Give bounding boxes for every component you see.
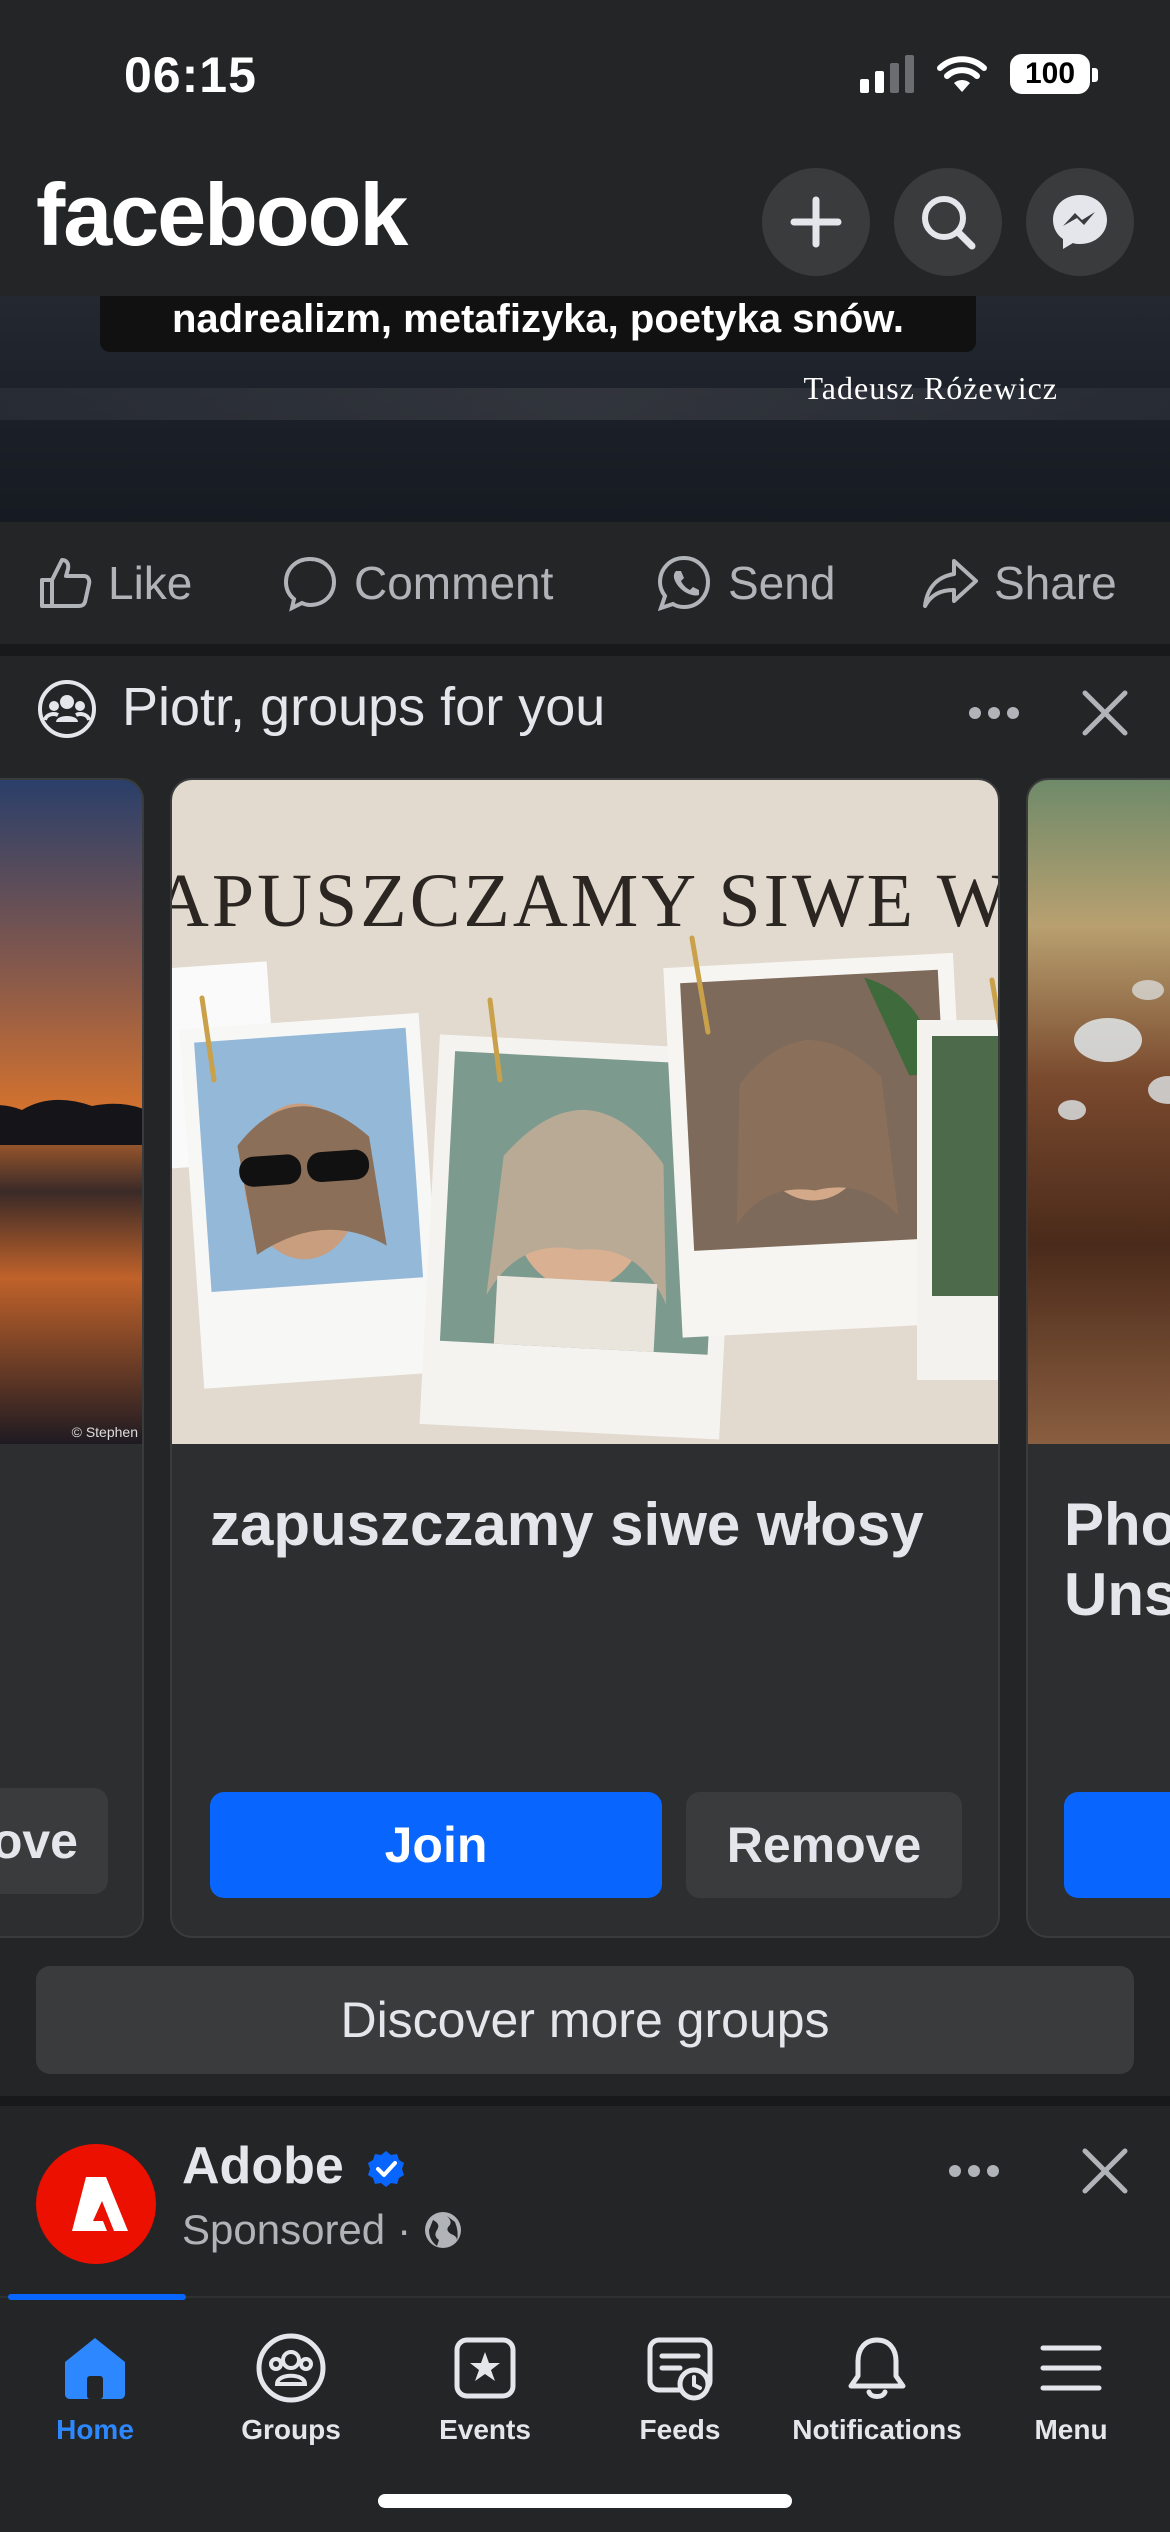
group-card-previous[interactable]: © Stephen ove <box>0 778 144 1938</box>
globe-icon <box>425 2212 462 2248</box>
advertiser-name-text: Adobe <box>182 2137 344 2195</box>
send-button[interactable]: Send <box>654 553 835 613</box>
ad-more-options-icon[interactable] <box>948 2164 1000 2178</box>
join-label: Join <box>384 1817 488 1873</box>
close-icon[interactable] <box>1080 688 1130 738</box>
plus-icon <box>790 196 842 248</box>
group-card[interactable]: APUSZCZAMY SIWE WŁ zapuszczamy siwe włos… <box>170 778 1000 1938</box>
quote-text: nadrealizm, metafizyka, poetyka snów. <box>171 296 905 341</box>
advertiser-name[interactable]: Adobe <box>182 2136 406 2196</box>
nav-feeds[interactable]: Feeds <box>585 2332 775 2446</box>
sunset-image <box>0 780 142 1444</box>
search-icon <box>922 196 976 250</box>
home-indicator[interactable] <box>378 2494 792 2508</box>
discover-more-groups-button[interactable]: Discover more groups <box>36 1966 1134 2074</box>
group-card-next[interactable]: Pho Uns <box>1026 778 1170 1938</box>
bell-icon <box>848 2337 906 2399</box>
send-label: Send <box>728 557 836 609</box>
droplets-image <box>1028 780 1170 1444</box>
remove-button-previous[interactable]: ove <box>0 1788 108 1894</box>
comment-button[interactable]: Comment <box>280 553 553 613</box>
share-label: Share <box>994 557 1117 609</box>
remove-button[interactable]: Remove <box>686 1792 962 1898</box>
messenger-button[interactable] <box>1026 168 1134 276</box>
section-title: Piotr, groups for you <box>122 677 606 737</box>
battery-level: 100 <box>1024 57 1076 90</box>
cellular-signal-icon <box>860 55 914 93</box>
app-header: facebook <box>0 150 1170 296</box>
feeds-icon <box>647 2337 713 2401</box>
status-bar: 06:15 100 <box>0 0 1170 150</box>
battery-icon: 100 <box>1010 54 1098 94</box>
sponsored-post-header: Adobe Sponsored · <box>0 2106 1170 2296</box>
nav-events[interactable]: Events <box>390 2332 580 2446</box>
join-button[interactable]: Join <box>210 1792 662 1898</box>
status-icons: 100 <box>860 54 1098 94</box>
nav-groups[interactable]: Groups <box>196 2332 386 2446</box>
feed-separator <box>0 644 1170 656</box>
share-button[interactable]: Share <box>920 553 1117 613</box>
meta-dot: · <box>397 2206 412 2253</box>
comment-label: Comment <box>354 557 554 609</box>
menu-icon <box>1040 2345 1102 2391</box>
nav-menu-label: Menu <box>1034 2414 1108 2445</box>
nav-feeds-label: Feeds <box>639 2414 721 2445</box>
groups-icon <box>256 2333 326 2403</box>
like-label: Like <box>108 557 193 609</box>
adobe-logo-icon <box>72 2177 128 2231</box>
join-button-next[interactable] <box>1064 1792 1170 1898</box>
nav-home-label: Home <box>56 2414 134 2445</box>
post-actions: Like Comment Send Share <box>0 522 1170 644</box>
photo-credit: © Stephen <box>71 1424 138 1440</box>
polaroid-collage <box>172 935 998 1440</box>
facebook-logo[interactable]: facebook <box>36 164 408 266</box>
group-cover-image: APUSZCZAMY SIWE WŁ <box>172 780 998 1444</box>
group-name-next-line1: Pho <box>1064 1491 1170 1558</box>
send-icon <box>657 555 711 612</box>
events-icon <box>454 2337 516 2399</box>
groups-icon <box>38 680 96 738</box>
remove-label-previous: ove <box>0 1813 78 1869</box>
post-image[interactable]: nadrealizm, metafizyka, poetyka snów. Ta… <box>0 296 1170 522</box>
more-options-icon[interactable] <box>968 706 1020 720</box>
feed-separator-2 <box>0 2096 1170 2106</box>
group-name-next[interactable]: Pho Uns <box>1064 1490 1170 1629</box>
adobe-avatar[interactable] <box>36 2144 156 2264</box>
active-tab-indicator <box>8 2294 186 2300</box>
status-time: 06:15 <box>124 47 257 103</box>
groups-suggestions: Piotr, groups for you © Stephen ove APUS… <box>0 656 1170 2096</box>
group-cover-droplets <box>1028 780 1170 1444</box>
home-icon <box>65 2338 125 2399</box>
nav-groups-label: Groups <box>241 2414 341 2445</box>
group-name-next-line2: Uns <box>1064 1560 1170 1628</box>
nav-menu[interactable]: Menu <box>976 2332 1166 2446</box>
share-icon <box>923 559 978 608</box>
nav-home[interactable]: Home <box>0 2332 190 2446</box>
quote-box: nadrealizm, metafizyka, poetyka snów. <box>100 296 976 352</box>
comment-icon <box>283 556 337 612</box>
sponsored-label: Sponsored <box>182 2206 386 2253</box>
sponsored-meta: Sponsored · <box>182 2206 463 2254</box>
like-button[interactable]: Like <box>36 554 192 612</box>
verified-badge-icon <box>368 2151 405 2188</box>
wifi-icon <box>937 56 987 92</box>
like-icon <box>40 558 92 608</box>
group-cover-sunset: © Stephen <box>0 780 142 1444</box>
create-button[interactable] <box>762 168 870 276</box>
group-name[interactable]: zapuszczamy siwe włosy <box>210 1490 924 1560</box>
search-button[interactable] <box>894 168 1002 276</box>
nav-notifications-label: Notifications <box>792 2414 962 2445</box>
nav-notifications[interactable]: Notifications <box>782 2332 972 2446</box>
remove-label: Remove <box>726 1817 922 1873</box>
ad-close-icon[interactable] <box>1080 2146 1130 2196</box>
nav-events-label: Events <box>439 2414 531 2445</box>
quote-author: Tadeusz Różewicz <box>803 370 1058 406</box>
messenger-icon <box>1053 195 1107 249</box>
